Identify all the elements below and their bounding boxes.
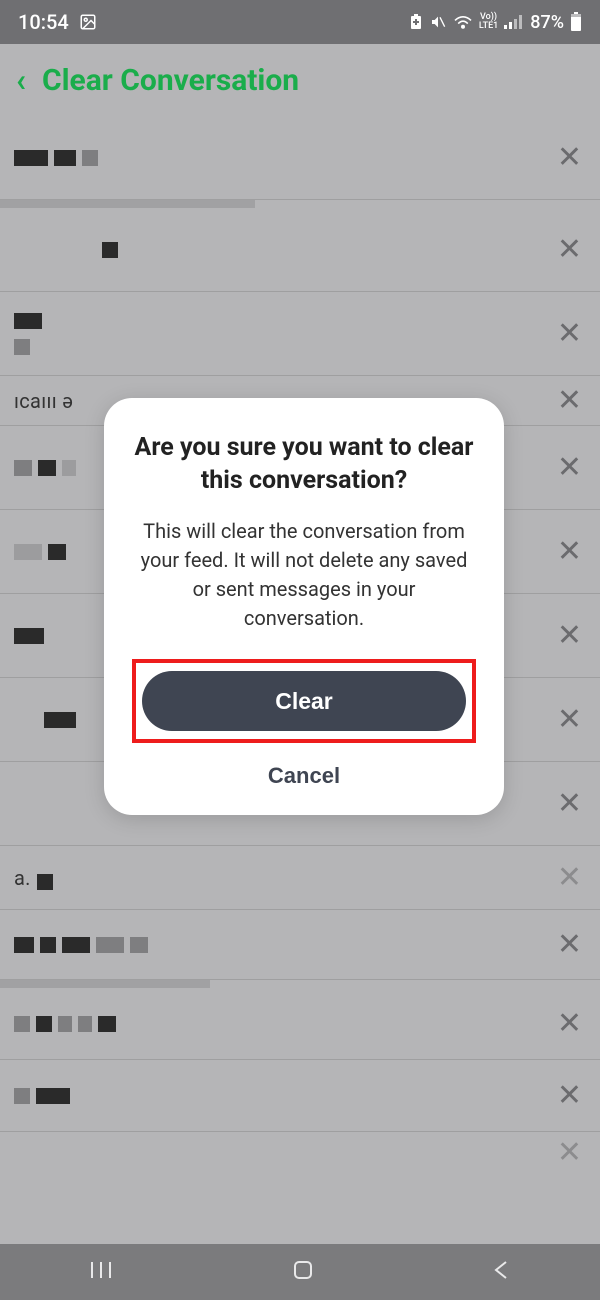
clear-button[interactable]: Clear [142,671,466,731]
cancel-button[interactable]: Cancel [268,763,340,789]
dialog-title: Are you sure you want to clear this conv… [132,432,476,497]
recents-icon[interactable] [88,1260,114,1284]
confirm-dialog: Are you sure you want to clear this conv… [104,398,504,815]
annotation-highlight: Clear [132,659,476,743]
system-navbar [0,1244,600,1300]
modal-backdrop: Are you sure you want to clear this conv… [0,0,600,1300]
home-icon[interactable] [291,1258,315,1286]
back-nav-icon[interactable] [492,1259,512,1285]
dialog-body: This will clear the conversation from yo… [132,517,476,633]
